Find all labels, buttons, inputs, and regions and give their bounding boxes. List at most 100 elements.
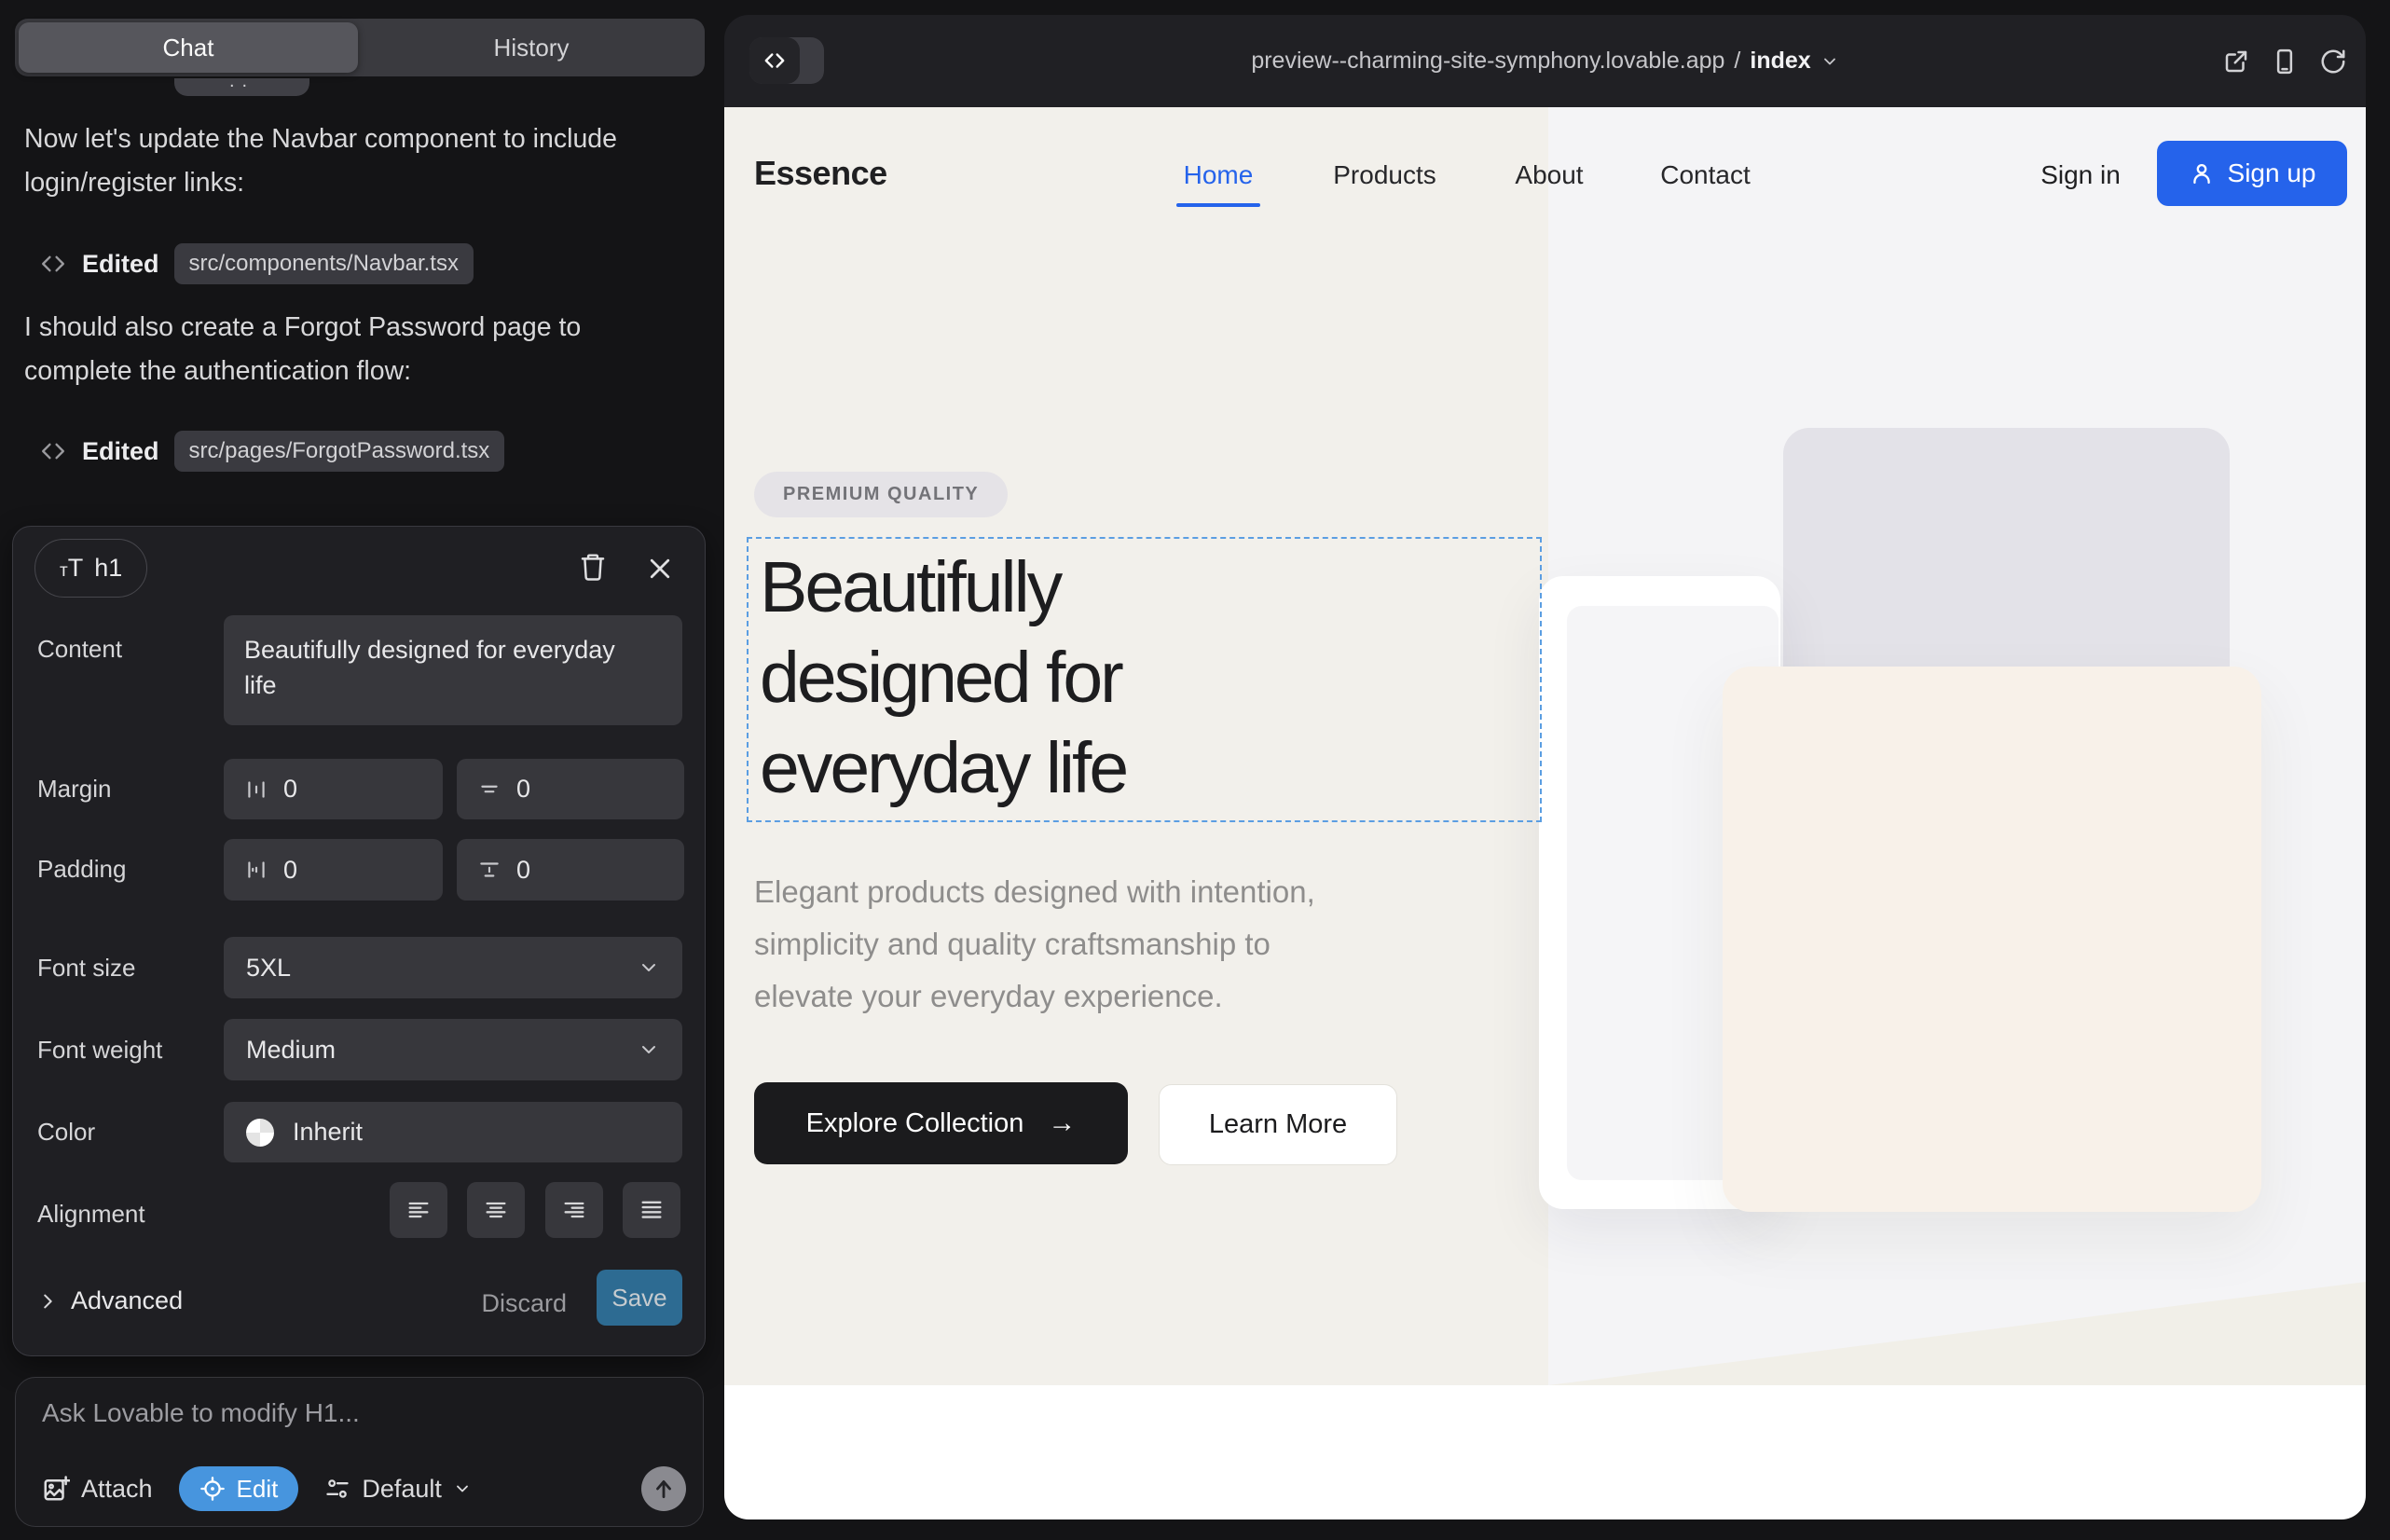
color-value: Inherit [293, 1118, 363, 1147]
text-type-icon: тT [60, 554, 83, 583]
arrow-up-icon [652, 1477, 676, 1501]
tab-history[interactable]: History [362, 19, 701, 76]
chat-message: Now let's update the Navbar component to… [24, 117, 647, 205]
hero-right-background [1548, 107, 2366, 1385]
margin-y-value: 0 [516, 775, 530, 804]
refresh-button[interactable] [2315, 44, 2351, 79]
attach-image-icon [42, 1475, 70, 1503]
chevron-down-icon [453, 1479, 472, 1498]
font-size-label: Font size [37, 954, 136, 983]
align-center-button[interactable] [467, 1182, 525, 1238]
discard-button[interactable]: Discard [481, 1289, 567, 1318]
composer-input[interactable] [42, 1398, 648, 1451]
nav-link-home[interactable]: Home [1176, 160, 1260, 190]
advanced-label: Advanced [71, 1286, 183, 1315]
chevron-down-icon [638, 1038, 660, 1061]
tab-history-label: History [494, 34, 570, 62]
margin-label: Margin [37, 775, 111, 804]
decor-diagonal [1548, 1245, 2366, 1385]
sign-up-label: Sign up [2228, 158, 2316, 188]
send-button[interactable] [641, 1466, 686, 1511]
close-icon [646, 555, 674, 583]
external-link-icon [2222, 48, 2250, 76]
default-label: Default [362, 1475, 442, 1504]
url-page: index [1750, 48, 1810, 75]
file-pill[interactable]: src/pages/ForgotPassword.tsx [174, 431, 505, 472]
tab-chat-label: Chat [163, 34, 214, 62]
padding-vertical-icon [477, 858, 501, 882]
selected-h1-outline[interactable]: Beautifullydesigned foreveryday life [747, 537, 1542, 822]
alignment-label: Alignment [37, 1200, 145, 1229]
site-logo[interactable]: Essence [754, 154, 887, 193]
content-input[interactable]: Beautifully designed for everyday life [224, 615, 682, 725]
align-left-button[interactable] [390, 1182, 447, 1238]
padding-y-value: 0 [516, 856, 530, 885]
learn-more-button[interactable]: Learn More [1159, 1084, 1397, 1165]
padding-horizontal-icon [244, 858, 268, 882]
chevron-right-icon [37, 1291, 58, 1312]
chat-message: I should also create a Forgot Password p… [24, 306, 647, 393]
align-center-icon [483, 1197, 509, 1223]
padding-x-input[interactable]: 0 [224, 839, 443, 901]
preview-frame: preview--charming-site-symphony.lovable.… [724, 15, 2366, 1519]
scrolled-file-pill[interactable]: .. [174, 78, 309, 96]
margin-vertical-icon [477, 777, 501, 802]
margin-x-input[interactable]: 0 [224, 759, 443, 819]
trash-icon [579, 552, 607, 582]
font-weight-select[interactable]: Medium [224, 1019, 682, 1080]
composer-toolbar: Attach Edit Default [42, 1466, 472, 1511]
edited-file-row: Edited src/pages/ForgotPassword.tsx [39, 430, 504, 473]
nav-link-contact[interactable]: Contact [1649, 160, 1762, 190]
app-window: Chat History .. Now let's update the Nav… [0, 0, 2390, 1540]
arrow-right-icon: → [1048, 1107, 1076, 1139]
sign-in-link[interactable]: Sign in [2029, 160, 2132, 190]
preview-url[interactable]: preview--charming-site-symphony.lovable.… [1251, 48, 1838, 75]
advanced-toggle[interactable]: Advanced [37, 1286, 183, 1315]
padding-x-value: 0 [283, 856, 297, 885]
edited-file-row: Edited src/components/Navbar.tsx [39, 242, 474, 285]
font-size-value: 5XL [246, 954, 291, 983]
chevron-down-icon [1820, 52, 1839, 71]
delete-element-button[interactable] [574, 548, 611, 585]
explore-collection-button[interactable]: Explore Collection → [754, 1082, 1128, 1164]
margin-x-value: 0 [283, 775, 297, 804]
attach-button[interactable]: Attach [42, 1475, 153, 1504]
color-select[interactable]: Inherit [224, 1102, 682, 1162]
save-button[interactable]: Save [597, 1270, 682, 1326]
nav-link-about[interactable]: About [1507, 160, 1591, 190]
chevron-down-icon [638, 956, 660, 979]
sign-up-button[interactable]: Sign up [2157, 141, 2347, 206]
file-pill[interactable]: src/components/Navbar.tsx [174, 243, 474, 284]
code-icon [39, 253, 67, 275]
premium-badge: PREMIUM QUALITY [754, 472, 1008, 517]
hero-title: Beautifullydesigned foreveryday life [749, 539, 1540, 814]
code-icon [39, 440, 67, 462]
margin-horizontal-icon [244, 777, 268, 802]
edited-label: Edited [82, 437, 159, 466]
align-left-icon [405, 1197, 432, 1223]
hero-paragraph: Elegant products designed with intention… [754, 866, 1315, 1023]
padding-y-input[interactable]: 0 [457, 839, 684, 901]
chat-history-tabbar: Chat History [15, 19, 705, 76]
edit-mode-button[interactable]: Edit [179, 1466, 299, 1511]
code-view-toggle[interactable] [749, 37, 824, 84]
color-label: Color [37, 1118, 95, 1147]
align-right-button[interactable] [545, 1182, 603, 1238]
open-external-button[interactable] [2218, 44, 2254, 79]
close-editor-button[interactable] [641, 550, 679, 587]
model-default-select[interactable]: Default [324, 1475, 472, 1504]
align-justify-button[interactable] [623, 1182, 680, 1238]
explore-label: Explore Collection [806, 1108, 1024, 1139]
margin-y-input[interactable]: 0 [457, 759, 684, 819]
element-editor-panel: тT h1 Content Beautifully designed for e… [12, 526, 706, 1356]
content-value: Beautifully designed for everyday life [244, 632, 625, 703]
padding-label: Padding [37, 855, 126, 884]
nav-home-underline [1176, 203, 1260, 207]
preview-site: Essence Home Products About Contact Sign… [724, 107, 2366, 1519]
mobile-view-button[interactable] [2267, 44, 2302, 79]
code-knob [749, 37, 800, 84]
nav-link-products[interactable]: Products [1323, 160, 1447, 190]
align-right-icon [561, 1197, 587, 1223]
tab-chat[interactable]: Chat [19, 22, 358, 73]
font-size-select[interactable]: 5XL [224, 937, 682, 998]
